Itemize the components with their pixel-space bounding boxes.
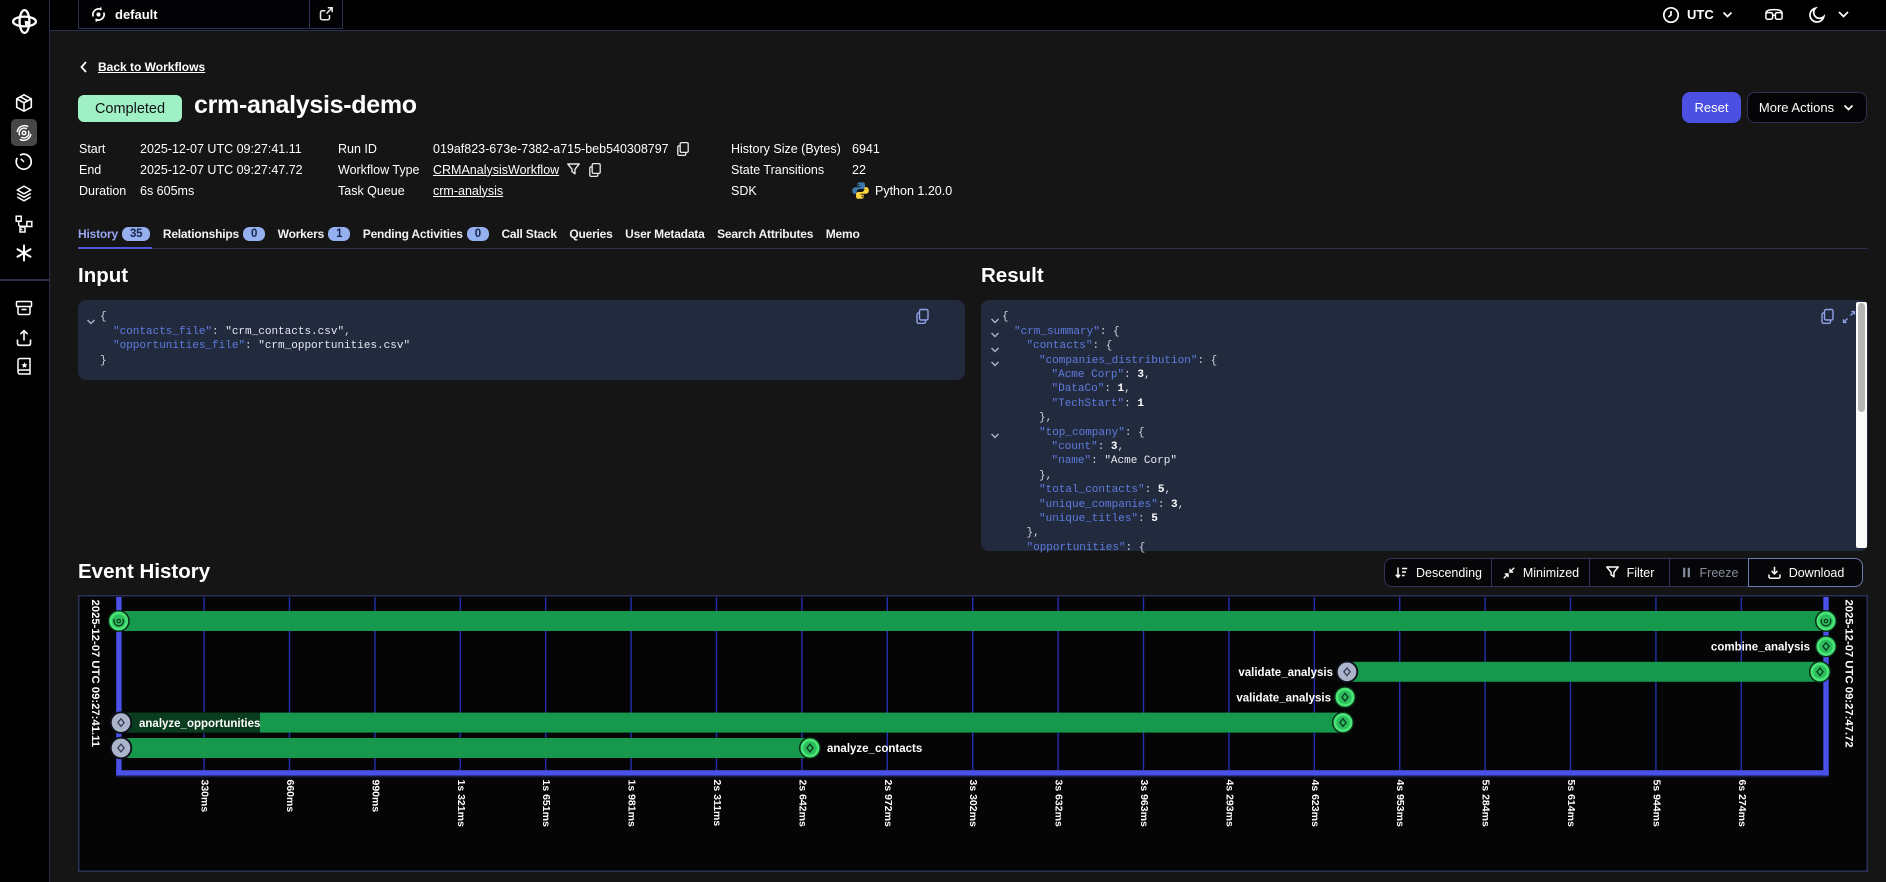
svg-text:330ms: 330ms bbox=[199, 780, 211, 813]
svg-text:combine_analysis: combine_analysis bbox=[1711, 642, 1810, 654]
svg-text:3s 302ms: 3s 302ms bbox=[967, 780, 979, 827]
svg-text:2025-12-07 UTC 09:27:41.11: 2025-12-07 UTC 09:27:41.11 bbox=[89, 600, 101, 748]
svg-text:660ms: 660ms bbox=[284, 780, 296, 813]
svg-text:6s 274ms: 6s 274ms bbox=[1736, 780, 1748, 827]
svg-text:1s 321ms: 1s 321ms bbox=[455, 780, 467, 827]
svg-text:5s 284ms: 5s 284ms bbox=[1480, 780, 1492, 827]
svg-text:5s 614ms: 5s 614ms bbox=[1565, 780, 1577, 827]
svg-text:5s 944ms: 5s 944ms bbox=[1650, 780, 1662, 827]
svg-text:analyze_contacts: analyze_contacts bbox=[827, 743, 922, 755]
svg-text:3s 963ms: 3s 963ms bbox=[1138, 780, 1150, 827]
svg-text:2025-12-07 UTC 09:27:47.72: 2025-12-07 UTC 09:27:47.72 bbox=[1843, 600, 1855, 748]
svg-text:analyze_opportunities: analyze_opportunities bbox=[139, 718, 260, 730]
svg-text:4s 623ms: 4s 623ms bbox=[1309, 780, 1321, 827]
svg-text:3s 632ms: 3s 632ms bbox=[1053, 780, 1065, 827]
svg-text:1s 981ms: 1s 981ms bbox=[626, 780, 638, 827]
svg-text:1s 651ms: 1s 651ms bbox=[540, 780, 552, 827]
svg-text:4s 953ms: 4s 953ms bbox=[1394, 780, 1406, 827]
svg-text:validate_analysis: validate_analysis bbox=[1238, 667, 1333, 679]
svg-text:2s 642ms: 2s 642ms bbox=[796, 780, 808, 827]
svg-text:4s 293ms: 4s 293ms bbox=[1223, 780, 1235, 827]
svg-text:validate_analysis: validate_analysis bbox=[1236, 692, 1331, 704]
svg-text:990ms: 990ms bbox=[369, 780, 381, 813]
svg-text:2s 311ms: 2s 311ms bbox=[711, 780, 723, 827]
svg-text:2s 972ms: 2s 972ms bbox=[882, 780, 894, 827]
